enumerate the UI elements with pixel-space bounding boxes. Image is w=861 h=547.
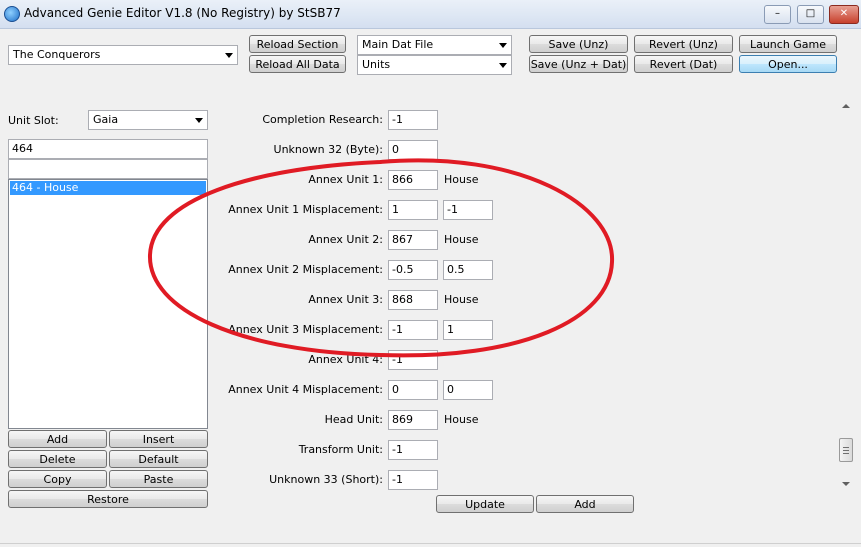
insert-unit-button[interactable]: Insert xyxy=(109,430,208,448)
default-unit-button[interactable]: Default xyxy=(109,450,208,468)
file-select-value: Main Dat File xyxy=(362,38,434,51)
section-select[interactable]: Units xyxy=(357,55,512,75)
field-label: Annex Unit 4: xyxy=(308,353,383,366)
grip-line xyxy=(843,447,849,448)
annex-unit-1-name: House xyxy=(444,173,479,186)
annex-unit-4-misplacement-x[interactable]: 0 xyxy=(388,380,438,400)
field-label: Annex Unit 2 Misplacement: xyxy=(228,263,383,276)
annex-unit-2-misplacement-x[interactable]: -0.5 xyxy=(388,260,438,280)
unit-search-input[interactable]: 464 xyxy=(8,139,208,159)
status-divider xyxy=(0,543,861,544)
field-label: Annex Unit 1: xyxy=(308,173,383,186)
chevron-down-icon xyxy=(499,43,507,48)
launch-game-button[interactable]: Launch Game xyxy=(739,35,837,53)
unit-filter-input[interactable] xyxy=(8,159,208,179)
field-label: Completion Research: xyxy=(262,113,383,126)
unit-slot-label: Unit Slot: xyxy=(8,114,59,127)
field-label: Unknown 32 (Byte): xyxy=(273,143,383,156)
annex-unit-2-input[interactable]: 867 xyxy=(388,230,438,250)
section-select-value: Units xyxy=(362,58,391,71)
annex-unit-2-misplacement-y[interactable]: 0.5 xyxy=(443,260,493,280)
field-label: Annex Unit 3 Misplacement: xyxy=(228,323,383,336)
grip-line xyxy=(843,450,849,451)
chevron-down-icon xyxy=(499,63,507,68)
unknown-32-input[interactable]: 0 xyxy=(388,140,438,160)
scroll-down-icon[interactable] xyxy=(842,482,850,486)
annex-unit-3-misplacement-x[interactable]: -1 xyxy=(388,320,438,340)
revert-dat-button[interactable]: Revert (Dat) xyxy=(634,55,733,73)
annex-unit-1-misplacement-y[interactable]: -1 xyxy=(443,200,493,220)
head-unit-input[interactable]: 869 xyxy=(388,410,438,430)
file-select[interactable]: Main Dat File xyxy=(357,35,512,55)
paste-unit-button[interactable]: Paste xyxy=(109,470,208,488)
revert-unz-button[interactable]: Revert (Unz) xyxy=(634,35,733,53)
title-bar: Advanced Genie Editor V1.8 (No Registry)… xyxy=(0,0,861,29)
field-label: Annex Unit 4 Misplacement: xyxy=(228,383,383,396)
game-version-value: The Conquerors xyxy=(13,48,101,61)
annex-unit-4-input[interactable]: -1 xyxy=(388,350,438,370)
field-label: Unknown 33 (Short): xyxy=(269,473,383,486)
close-button[interactable]: ✕ xyxy=(829,5,859,24)
unknown-33-input[interactable]: -1 xyxy=(388,470,438,490)
reload-all-data-button[interactable]: Reload All Data xyxy=(249,55,346,73)
annex-unit-2-name: House xyxy=(444,233,479,246)
grip-line xyxy=(843,453,849,454)
transform-unit-input[interactable]: -1 xyxy=(388,440,438,460)
annex-unit-4-misplacement-y[interactable]: 0 xyxy=(443,380,493,400)
maximize-button[interactable]: □ xyxy=(797,5,824,24)
chevron-down-icon xyxy=(225,53,233,58)
game-version-select[interactable]: The Conquerors xyxy=(8,45,238,65)
save-unz-button[interactable]: Save (Unz) xyxy=(529,35,628,53)
head-unit-name: House xyxy=(444,413,479,426)
app-icon xyxy=(4,6,20,22)
annex-unit-3-input[interactable]: 868 xyxy=(388,290,438,310)
field-label: Annex Unit 3: xyxy=(308,293,383,306)
field-label: Annex Unit 2: xyxy=(308,233,383,246)
field-label: Annex Unit 1 Misplacement: xyxy=(228,203,383,216)
completion-research-input[interactable]: -1 xyxy=(388,110,438,130)
annex-unit-1-input[interactable]: 866 xyxy=(388,170,438,190)
open-button[interactable]: Open... xyxy=(739,55,837,73)
vertical-scrollbar[interactable] xyxy=(838,100,855,490)
add-unit-button[interactable]: Add xyxy=(8,430,107,448)
delete-unit-button[interactable]: Delete xyxy=(8,450,107,468)
field-label: Head Unit: xyxy=(324,413,383,426)
annex-unit-3-name: House xyxy=(444,293,479,306)
annex-unit-1-misplacement-x[interactable]: 1 xyxy=(388,200,438,220)
annex-unit-3-misplacement-y[interactable]: 1 xyxy=(443,320,493,340)
add-button[interactable]: Add xyxy=(536,495,634,513)
save-unz-dat-button[interactable]: Save (Unz + Dat) xyxy=(529,55,628,73)
update-button[interactable]: Update xyxy=(436,495,534,513)
unit-list[interactable]: 464 - House xyxy=(8,179,208,429)
unit-slot-value: Gaia xyxy=(93,113,119,126)
reload-section-button[interactable]: Reload Section xyxy=(249,35,346,53)
scroll-up-icon[interactable] xyxy=(842,104,850,108)
list-item-selected[interactable]: 464 - House xyxy=(10,181,206,195)
field-label: Transform Unit: xyxy=(298,443,383,456)
copy-unit-button[interactable]: Copy xyxy=(8,470,107,488)
minimize-button[interactable]: – xyxy=(764,5,791,24)
restore-unit-button[interactable]: Restore xyxy=(8,490,208,508)
scrollbar-thumb[interactable] xyxy=(839,438,853,462)
window-title: Advanced Genie Editor V1.8 (No Registry)… xyxy=(24,6,341,20)
unit-slot-select[interactable]: Gaia xyxy=(88,110,208,130)
